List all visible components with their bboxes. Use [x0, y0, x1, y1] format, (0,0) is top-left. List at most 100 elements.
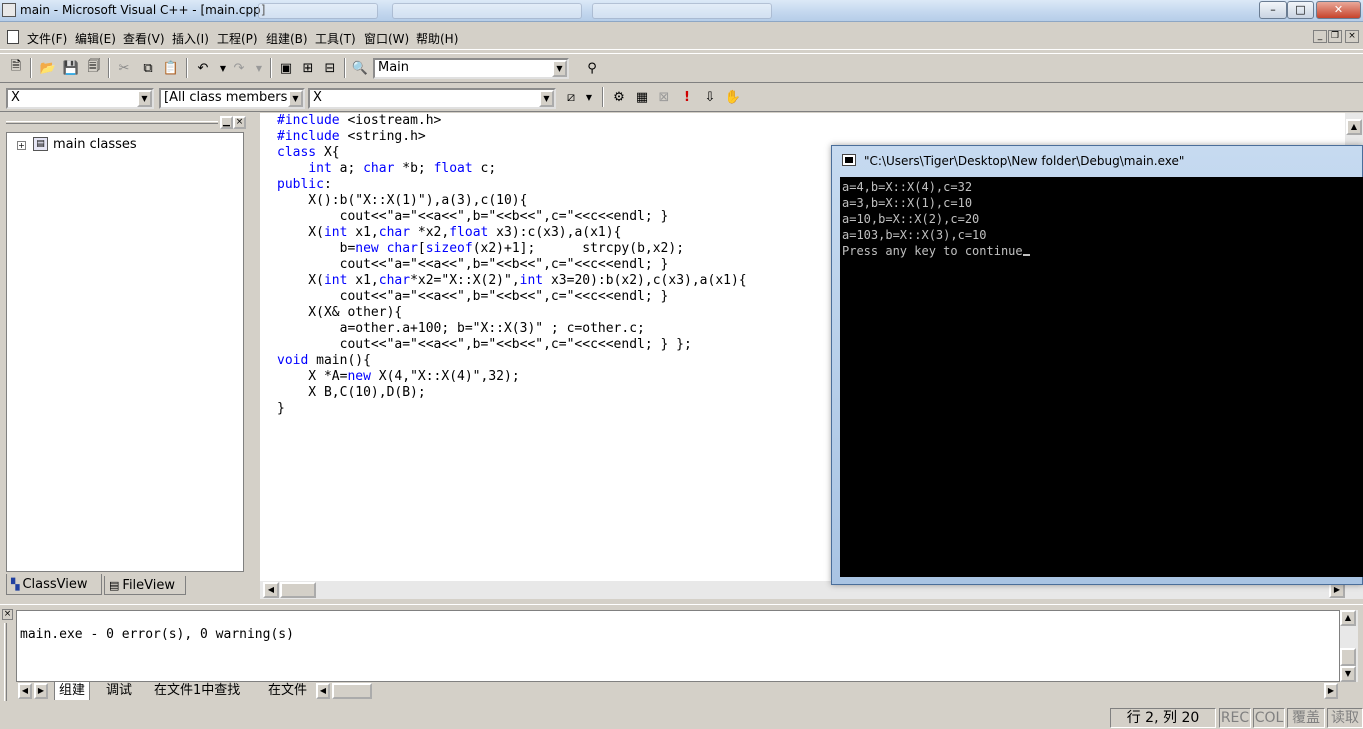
scroll-thumb[interactable]	[280, 582, 316, 598]
scroll-right-icon[interactable]: ▶	[1324, 683, 1338, 699]
code-line[interactable]: public:	[277, 177, 332, 192]
scroll-thumb[interactable]	[332, 683, 372, 699]
output-window[interactable]: main.exe - 0 error(s), 0 warning(s)	[16, 610, 1340, 682]
filter-combo[interactable]: [All class members] ▼	[159, 88, 305, 109]
child-minimize-button[interactable]: _	[1313, 30, 1327, 43]
wizard-action-icon[interactable]: ⧄	[561, 87, 581, 107]
new-text-file-icon[interactable]: 🗎	[6, 58, 26, 78]
code-line[interactable]: #include <iostream.h>	[277, 113, 441, 128]
code-line[interactable]: cout<<"a="<<a<<",b="<<b<<",c="<<c<<endl;…	[277, 257, 669, 272]
menu-build[interactable]: 组建(B)	[266, 30, 308, 47]
tree-root-label[interactable]: main classes	[53, 137, 137, 152]
code-line[interactable]: X *A=new X(4,"X::X(4)",32);	[277, 369, 519, 384]
console-output[interactable]: a=4,b=X::X(4),c=32 a=3,b=X::X(1),c=10 a=…	[840, 177, 1363, 577]
save-icon[interactable]: 💾	[61, 58, 81, 78]
chevron-down-icon[interactable]: ▼	[137, 90, 152, 107]
menu-tools[interactable]: 工具(T)	[315, 30, 356, 47]
child-restore-button[interactable]: ❐	[1328, 30, 1342, 43]
console-window[interactable]: "C:\Users\Tiger\Desktop\New folder\Debug…	[831, 145, 1363, 585]
open-folder-icon[interactable]: 📂	[38, 58, 58, 78]
code-line[interactable]: X(int x1,char *x2,float x3):c(x3),a(x1){	[277, 225, 621, 240]
code-line[interactable]: }	[277, 401, 285, 416]
chevron-down-icon[interactable]: ▼	[539, 90, 554, 107]
grip-bar[interactable]	[4, 623, 7, 701]
scroll-down-icon[interactable]: ▼	[1340, 666, 1356, 682]
tab-find-in-files-2[interactable]: 在文件	[264, 682, 311, 700]
tab-scroll-left-icon[interactable]: ◀	[18, 683, 32, 699]
scroll-thumb[interactable]	[1340, 648, 1356, 666]
stop-build-icon[interactable]: ⊠	[654, 87, 674, 107]
menu-insert[interactable]: 插入(I)	[172, 30, 209, 47]
app-icon[interactable]	[2, 3, 16, 17]
code-line[interactable]: int a; char *b; float c;	[277, 161, 496, 176]
chevron-down-icon[interactable]: ▼	[288, 90, 303, 107]
classview-tree[interactable]: + ▤ main classes	[6, 132, 244, 572]
close-pane-icon[interactable]: ×	[2, 609, 13, 620]
menu-window[interactable]: 窗口(W)	[364, 30, 409, 47]
wizard-dropdown-icon[interactable]: ▼	[579, 87, 599, 107]
code-line[interactable]: cout<<"a="<<a<<",b="<<b<<",c="<<c<<endl;…	[277, 209, 669, 224]
scroll-left-icon[interactable]: ◀	[263, 582, 279, 598]
compile-icon[interactable]: ⚙	[609, 87, 629, 107]
document-icon[interactable]	[7, 30, 19, 44]
tab-scroll-right-icon[interactable]: ▶	[34, 683, 48, 699]
code-line[interactable]: X B,C(10),D(B);	[277, 385, 425, 400]
code-line[interactable]: X(int x1,char*x2="X::X(2)",int x3=20):b(…	[277, 273, 746, 288]
paste-icon[interactable]: 📋	[161, 58, 181, 78]
minimize-button[interactable]: –	[1259, 1, 1287, 19]
go-icon[interactable]: ⇩	[700, 87, 720, 107]
code-line[interactable]: X(X& other){	[277, 305, 402, 320]
member-combo[interactable]: X ▼	[308, 88, 556, 109]
undo-icon[interactable]: ↶	[193, 58, 213, 78]
chevron-down-icon[interactable]: ▼	[552, 60, 567, 77]
tab-debug[interactable]: 调试	[102, 682, 136, 700]
tab-fileview[interactable]: ▤ FileView	[104, 576, 186, 595]
code-line[interactable]: #include <string.h>	[277, 129, 426, 144]
code-line[interactable]: X():b("X::X(1)"),a(3),c(10){	[277, 193, 527, 208]
menu-file[interactable]: 文件(F)	[27, 30, 67, 47]
output-vertical-scrollbar[interactable]: ▲ ▼	[1340, 610, 1358, 682]
scroll-left-icon[interactable]: ◀	[316, 683, 330, 699]
scroll-up-icon[interactable]: ▲	[1346, 119, 1362, 135]
search-binoculars-icon[interactable]: ⚲	[582, 58, 602, 78]
menu-project[interactable]: 工程(P)	[217, 30, 258, 47]
close-pane-icon[interactable]: ×	[233, 116, 246, 129]
output-window-icon[interactable]: ⊞	[298, 58, 318, 78]
class-combo[interactable]: X ▼	[6, 88, 154, 109]
scroll-up-icon[interactable]: ▲	[1340, 610, 1356, 626]
code-line[interactable]: cout<<"a="<<a<<",b="<<b<<",c="<<c<<endl;…	[277, 289, 669, 304]
execute-icon[interactable]: !	[677, 87, 697, 107]
code-line[interactable]: void main(){	[277, 353, 371, 368]
menu-edit[interactable]: 编辑(E)	[75, 30, 116, 47]
collapse-pane-icon[interactable]: ▁	[220, 116, 233, 129]
source-code[interactable]: #include <iostream.h> #include <string.h…	[277, 113, 747, 417]
tab-find-in-files-1[interactable]: 在文件1中查找	[150, 682, 244, 700]
code-keyword: new	[355, 241, 379, 256]
cut-icon[interactable]: ✂	[114, 58, 134, 78]
expand-icon[interactable]: +	[17, 141, 26, 150]
grip-bar[interactable]	[6, 121, 218, 124]
build-result-text[interactable]: main.exe - 0 error(s), 0 warning(s)	[20, 627, 294, 642]
code-line[interactable]: b=new char[sizeof(x2)+1]; strcpy(b,x2);	[277, 241, 684, 256]
close-button[interactable]: ✕	[1316, 1, 1361, 19]
title-bar[interactable]: main - Microsoft Visual C++ - [main.cpp]…	[0, 0, 1363, 22]
tab-classview[interactable]: ▚ ClassView	[6, 574, 102, 595]
maximize-button[interactable]: □	[1287, 1, 1314, 19]
code-line[interactable]: cout<<"a="<<a<<",b="<<b<<",c="<<c<<endl;…	[277, 337, 692, 352]
copy-icon[interactable]: ⧉	[138, 58, 158, 78]
code-line[interactable]: class X{	[277, 145, 340, 160]
configuration-combo[interactable]: Main ▼	[373, 58, 569, 79]
code-line[interactable]: a=other.a+100; b="X::X(3)" ; c=other.c;	[277, 321, 645, 336]
redo-icon[interactable]: ↷	[229, 58, 249, 78]
window-list-icon[interactable]: ⊟	[320, 58, 340, 78]
child-close-button[interactable]: ×	[1345, 30, 1359, 43]
workspace-icon[interactable]: ▣	[276, 58, 296, 78]
tab-build[interactable]: 组建	[54, 682, 91, 700]
redo-dropdown-icon[interactable]: ▼	[249, 58, 269, 78]
menu-view[interactable]: 查看(V)	[123, 30, 165, 47]
breakpoint-hand-icon[interactable]: ✋	[723, 87, 743, 107]
find-in-files-icon[interactable]: 🔍	[350, 58, 370, 78]
save-all-icon[interactable]: 🗐	[84, 58, 104, 78]
build-icon[interactable]: ▦	[632, 87, 652, 107]
menu-help[interactable]: 帮助(H)	[416, 30, 458, 47]
